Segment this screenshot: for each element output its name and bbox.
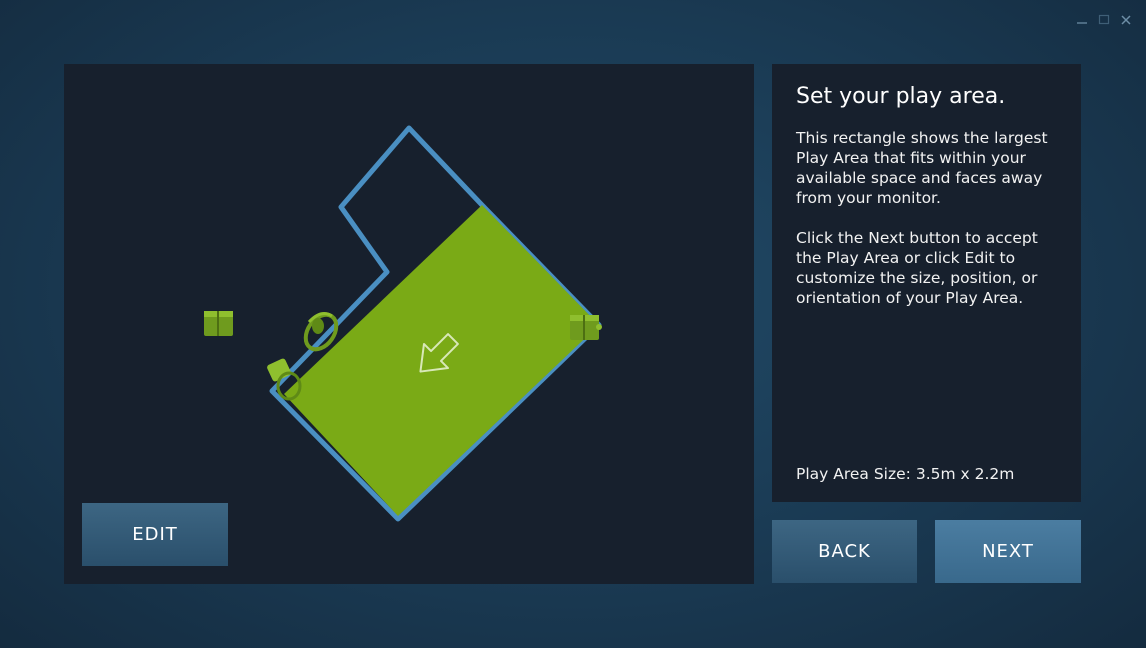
page-title: Set your play area. bbox=[796, 84, 1006, 109]
minimize-icon[interactable] bbox=[1076, 14, 1088, 26]
description-line: This rectangle shows the largest bbox=[796, 129, 1048, 147]
maximize-icon[interactable] bbox=[1098, 14, 1110, 26]
play-area-size-label: Play Area Size: bbox=[796, 465, 911, 483]
description-line: from your monitor. bbox=[796, 189, 941, 207]
play-area-size-value: 3.5m x 2.2m bbox=[915, 465, 1015, 483]
description-line: Play Area that fits within your bbox=[796, 149, 1026, 167]
next-button[interactable]: NEXT bbox=[935, 520, 1081, 583]
base-station-icon bbox=[204, 311, 233, 336]
close-icon[interactable] bbox=[1120, 14, 1132, 26]
play-area-size: Play Area Size: 3.5m x 2.2m bbox=[796, 464, 1014, 484]
back-button[interactable]: BACK bbox=[772, 520, 917, 583]
instruction-line: Click the Next button to accept bbox=[796, 229, 1038, 247]
play-area-viewport: EDIT bbox=[64, 64, 754, 584]
base-station-icon bbox=[570, 315, 602, 340]
instruction-line: customize the size, position, or bbox=[796, 269, 1038, 287]
instructions-paragraph: Click the Next button to accept the Play… bbox=[796, 228, 1057, 308]
info-panel: Set your play area. This rectangle shows… bbox=[772, 64, 1081, 502]
description-line: available space and faces away bbox=[796, 169, 1043, 187]
instruction-line: the Play Area or click Edit to bbox=[796, 249, 1016, 267]
instruction-line: orientation of your Play Area. bbox=[796, 289, 1024, 307]
edit-button[interactable]: EDIT bbox=[82, 503, 228, 566]
description-paragraph: This rectangle shows the largest Play Ar… bbox=[796, 128, 1057, 208]
window-controls bbox=[1076, 14, 1132, 26]
